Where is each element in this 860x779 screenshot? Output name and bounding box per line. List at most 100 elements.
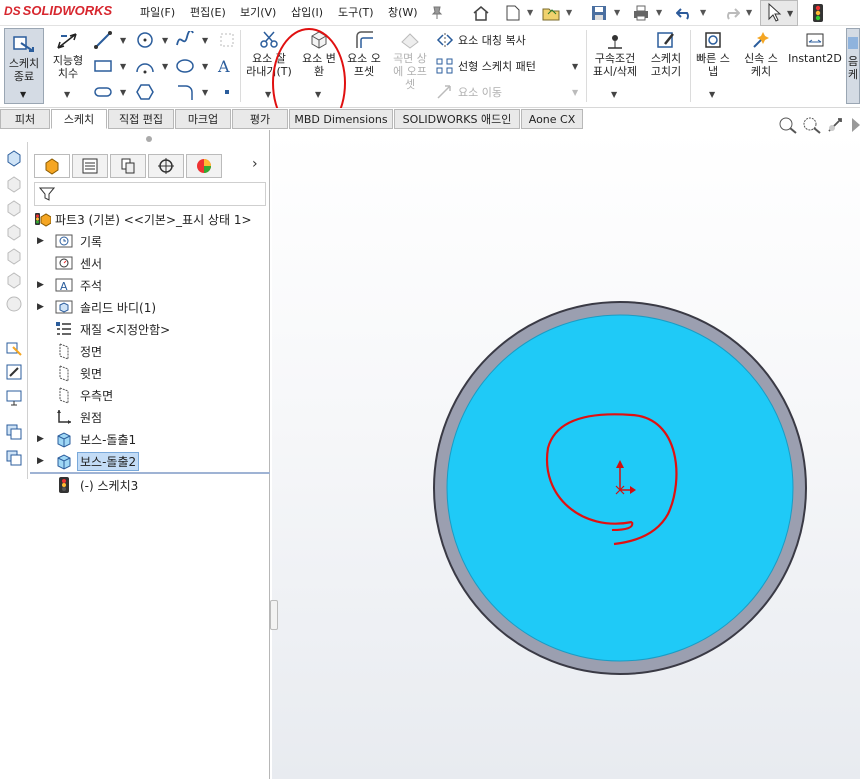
circle-icon[interactable] xyxy=(134,30,156,50)
tree-item[interactable]: ▶ A 주석 xyxy=(30,274,270,296)
fillet-icon[interactable] xyxy=(174,82,196,102)
more-tabs-chevron-icon[interactable]: › xyxy=(252,156,258,172)
tree-item[interactable]: 윗면 xyxy=(30,362,270,384)
linear-sketch-pattern-button[interactable]: 선형 스케치 패턴 xyxy=(436,58,536,74)
sketch-tool-icon[interactable] xyxy=(4,338,24,358)
view-orientation-icon[interactable] xyxy=(4,148,24,168)
line-caret-icon[interactable]: ▼ xyxy=(120,36,126,45)
open-icon[interactable] xyxy=(540,3,562,23)
move-entities-button[interactable]: 요소 이동 xyxy=(436,84,502,100)
panel-collapse-handle[interactable] xyxy=(270,600,278,630)
ellipse-caret-icon[interactable]: ▼ xyxy=(202,62,208,71)
new-document-icon[interactable] xyxy=(502,3,524,23)
panel-grip[interactable] xyxy=(146,136,152,142)
menu-edit[interactable]: 편집(E) xyxy=(190,4,226,20)
fillet-caret-icon[interactable]: ▼ xyxy=(202,88,208,97)
view-orientation-icon[interactable] xyxy=(4,294,24,314)
slot-caret-icon[interactable]: ▼ xyxy=(120,88,126,97)
tree-item[interactable]: 센서 xyxy=(30,252,270,274)
slot-icon[interactable] xyxy=(92,82,114,102)
rectangle-icon[interactable] xyxy=(92,56,114,76)
ellipse-icon[interactable] xyxy=(174,56,196,76)
rectangle-caret-icon[interactable]: ▼ xyxy=(120,62,126,71)
instant2d-button[interactable]: Instant2D xyxy=(788,26,842,65)
select-tool-button[interactable]: ▼ xyxy=(760,0,798,26)
tree-item[interactable]: ▶ 보스-돌출1 xyxy=(30,428,270,450)
relations-caret-icon[interactable]: ▼ xyxy=(611,90,617,99)
point-icon[interactable] xyxy=(216,82,238,102)
exit-sketch-button[interactable]: 스케치 종료 ▼ xyxy=(4,28,44,104)
part-model[interactable] xyxy=(432,300,808,676)
previous-view-icon[interactable] xyxy=(826,116,846,137)
smart-dimension-button[interactable]: 지능형 치수 xyxy=(48,26,88,80)
tree-item[interactable]: 우측면 xyxy=(30,384,270,406)
print-icon[interactable] xyxy=(630,3,652,23)
tab-direct-editing[interactable]: 직접 편집 xyxy=(108,109,174,129)
tree-item[interactable]: (-) 스케치3 xyxy=(30,474,270,496)
tree-item[interactable]: ▶ 보스-돌출2 xyxy=(30,450,270,472)
menu-view[interactable]: 보기(V) xyxy=(240,4,276,20)
zoom-to-area-icon[interactable] xyxy=(802,116,822,137)
featuremanager-tab-icon[interactable] xyxy=(34,154,70,178)
repair-sketch-button[interactable]: 스케치 고치기 xyxy=(644,26,688,78)
solidworks-logo[interactable]: DS SOLIDWORKS xyxy=(4,3,112,18)
propertymanager-tab-icon[interactable] xyxy=(72,154,108,178)
plane-tool-icon[interactable] xyxy=(216,30,238,50)
copy-tool-icon[interactable] xyxy=(4,422,24,442)
redo-caret-icon[interactable]: ▼ xyxy=(746,8,752,17)
quick-snaps-button[interactable]: 빠른 스 냅 xyxy=(692,26,734,78)
copy-tool-icon[interactable] xyxy=(4,448,24,468)
tree-item[interactable]: ▶ 솔리드 바디(1) xyxy=(30,296,270,318)
view-orientation-icon[interactable] xyxy=(4,222,24,242)
tab-mbd-dimensions[interactable]: MBD Dimensions xyxy=(289,109,393,129)
trim-caret-icon[interactable]: ▼ xyxy=(265,90,271,99)
expand-arrow-icon[interactable]: ▶ xyxy=(37,236,44,246)
displaymanager-tab-icon[interactable] xyxy=(186,154,222,178)
undo-icon[interactable] xyxy=(674,3,696,23)
configurationmanager-tab-icon[interactable] xyxy=(110,154,146,178)
pin-icon[interactable] xyxy=(426,3,448,23)
move-caret-icon[interactable]: ▼ xyxy=(572,88,578,97)
expand-arrow-icon[interactable]: ▶ xyxy=(37,434,44,444)
display-delete-relations-button[interactable]: 구속조건 표시/삭제 xyxy=(590,26,640,78)
dimxpertmanager-tab-icon[interactable] xyxy=(148,154,184,178)
mirror-entities-button[interactable]: 요소 대칭 복사 xyxy=(436,32,526,48)
tab-solidworks-addins[interactable]: SOLIDWORKS 애드인 xyxy=(394,109,520,129)
view-orientation-icon[interactable] xyxy=(4,246,24,266)
circle-caret-icon[interactable]: ▼ xyxy=(162,36,168,45)
text-icon[interactable]: A xyxy=(214,56,236,76)
view-orientation-icon[interactable] xyxy=(4,174,24,194)
menu-tools[interactable]: 도구(T) xyxy=(338,4,374,20)
tab-evaluate[interactable]: 평가 xyxy=(232,109,288,129)
open-caret-icon[interactable]: ▼ xyxy=(566,8,572,17)
section-view-icon[interactable] xyxy=(850,116,860,137)
view-orientation-icon[interactable] xyxy=(4,198,24,218)
spline-icon[interactable] xyxy=(174,30,196,50)
quick-snaps-caret-icon[interactable]: ▼ xyxy=(709,90,715,99)
rapid-sketch-button[interactable]: 신속 스 케치 xyxy=(740,26,782,78)
save-caret-icon[interactable]: ▼ xyxy=(614,8,620,17)
smart-dimension-caret-icon[interactable]: ▼ xyxy=(64,90,70,99)
pattern-caret-icon[interactable]: ▼ xyxy=(572,62,578,71)
menu-insert[interactable]: 삽입(I) xyxy=(291,4,323,20)
tab-aone-cx[interactable]: Aone CX xyxy=(521,109,583,129)
arc-caret-icon[interactable]: ▼ xyxy=(162,62,168,71)
undo-caret-icon[interactable]: ▼ xyxy=(700,8,706,17)
rollback-bar[interactable] xyxy=(30,472,270,474)
menu-file[interactable]: 파일(F) xyxy=(140,4,175,20)
redo-icon[interactable] xyxy=(720,3,742,23)
tree-item[interactable]: 원점 xyxy=(30,406,270,428)
view-orientation-icon[interactable] xyxy=(4,270,24,290)
rebuild-icon[interactable] xyxy=(812,4,824,25)
spline-caret-icon[interactable]: ▼ xyxy=(202,36,208,45)
save-icon[interactable] xyxy=(588,3,610,23)
tab-sketch[interactable]: 스케치 xyxy=(51,109,107,129)
expand-arrow-icon[interactable]: ▶ xyxy=(37,280,44,290)
tree-item[interactable]: ▶ 기록 xyxy=(30,230,270,252)
repair-tool-icon[interactable] xyxy=(4,362,24,382)
expand-arrow-icon[interactable]: ▶ xyxy=(37,302,44,312)
shaded-sketch-contours-button[interactable]: 음 케 xyxy=(846,28,860,104)
tab-markup[interactable]: 마크업 xyxy=(175,109,231,129)
offset-on-surface-button[interactable]: 곡면 상 에 오프 셋 xyxy=(388,26,432,91)
new-caret-icon[interactable]: ▼ xyxy=(527,8,533,17)
